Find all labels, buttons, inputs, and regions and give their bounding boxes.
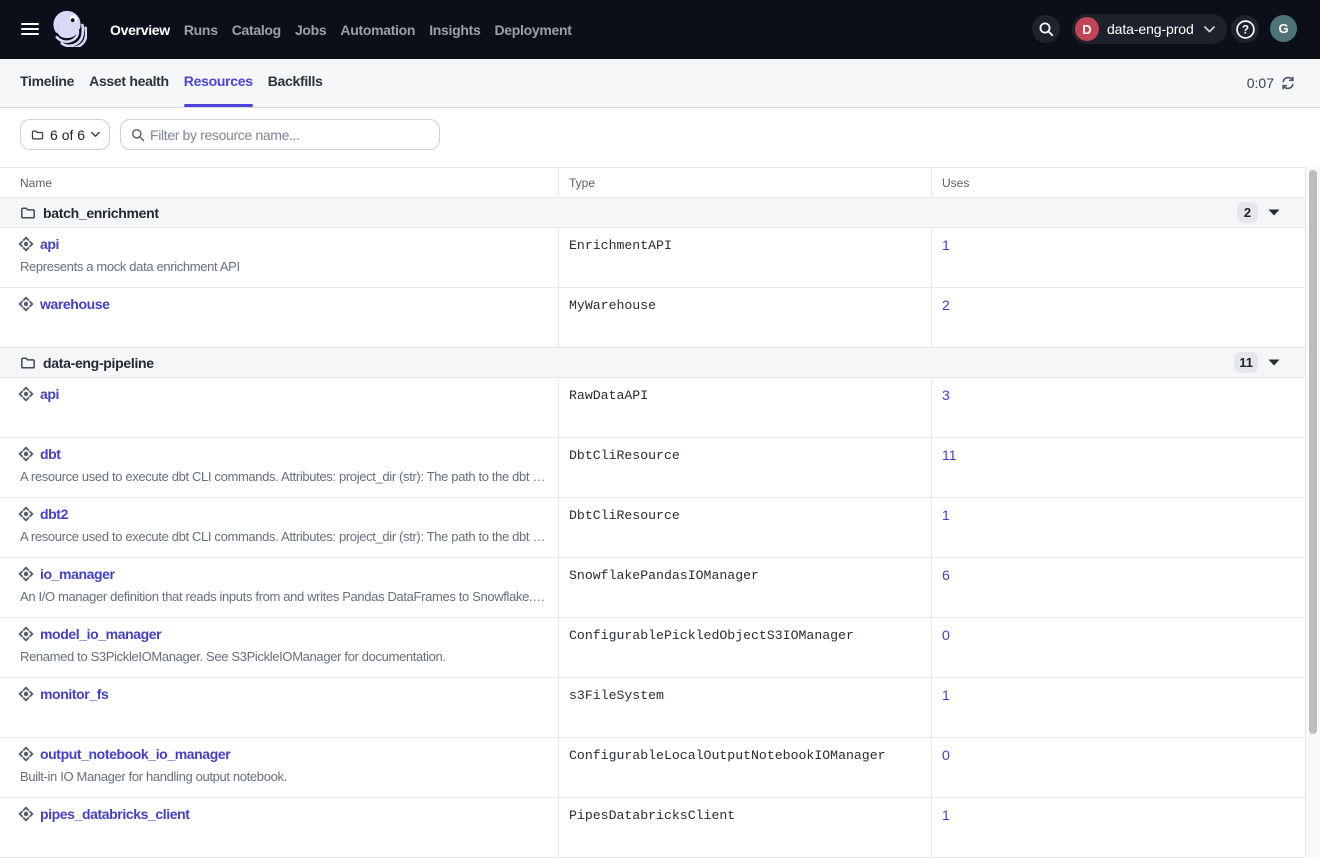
svg-text:?: ? [1241,24,1248,36]
